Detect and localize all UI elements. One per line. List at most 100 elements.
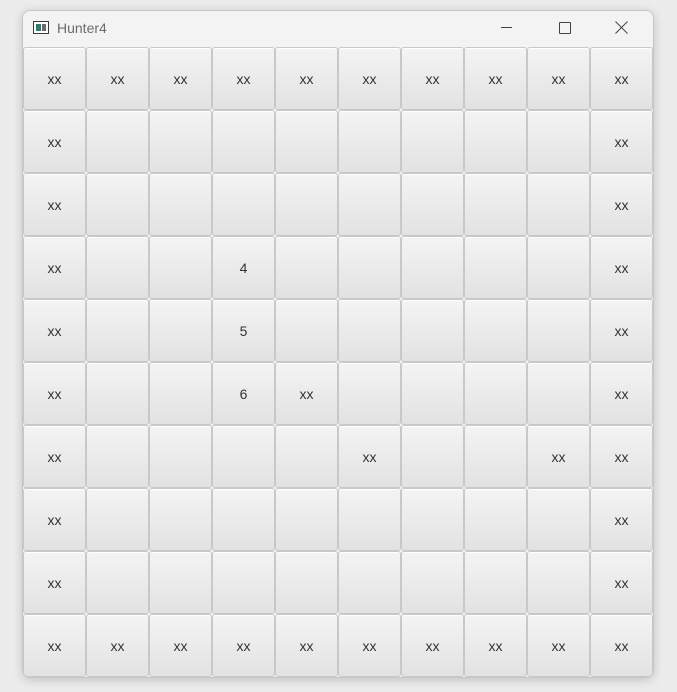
- title-bar[interactable]: Hunter4: [23, 11, 653, 47]
- board-cell-r2-c5[interactable]: [338, 173, 401, 236]
- board-cell-r5-c1[interactable]: [86, 362, 149, 425]
- board-cell-r0-c9[interactable]: xx: [590, 47, 653, 110]
- board-cell-r7-c4[interactable]: [275, 488, 338, 551]
- board-cell-r3-c7[interactable]: [464, 236, 527, 299]
- board-cell-r8-c6[interactable]: [401, 551, 464, 614]
- board-cell-r7-c5[interactable]: [338, 488, 401, 551]
- board-cell-r9-c5[interactable]: xx: [338, 614, 401, 677]
- board-cell-r1-c1[interactable]: [86, 110, 149, 173]
- board-cell-r7-c9[interactable]: xx: [590, 488, 653, 551]
- board-cell-r6-c6[interactable]: [401, 425, 464, 488]
- board-cell-r9-c6[interactable]: xx: [401, 614, 464, 677]
- board-cell-r4-c5[interactable]: [338, 299, 401, 362]
- board-cell-r8-c0[interactable]: xx: [23, 551, 86, 614]
- board-cell-r1-c8[interactable]: [527, 110, 590, 173]
- board-cell-r3-c3[interactable]: 4: [212, 236, 275, 299]
- board-cell-r4-c6[interactable]: [401, 299, 464, 362]
- board-cell-r1-c9[interactable]: xx: [590, 110, 653, 173]
- board-cell-r6-c9[interactable]: xx: [590, 425, 653, 488]
- board-cell-r6-c7[interactable]: [464, 425, 527, 488]
- board-cell-r7-c3[interactable]: [212, 488, 275, 551]
- board-cell-r0-c8[interactable]: xx: [527, 47, 590, 110]
- board-cell-r9-c7[interactable]: xx: [464, 614, 527, 677]
- board-cell-r5-c3[interactable]: 6: [212, 362, 275, 425]
- board-cell-r0-c6[interactable]: xx: [401, 47, 464, 110]
- board-cell-r7-c8[interactable]: [527, 488, 590, 551]
- board-cell-r9-c8[interactable]: xx: [527, 614, 590, 677]
- board-cell-r4-c2[interactable]: [149, 299, 212, 362]
- board-cell-r5-c0[interactable]: xx: [23, 362, 86, 425]
- board-cell-r8-c8[interactable]: [527, 551, 590, 614]
- board-cell-r1-c4[interactable]: [275, 110, 338, 173]
- board-cell-r2-c8[interactable]: [527, 173, 590, 236]
- board-cell-r5-c9[interactable]: xx: [590, 362, 653, 425]
- board-cell-r9-c1[interactable]: xx: [86, 614, 149, 677]
- board-cell-r5-c2[interactable]: [149, 362, 212, 425]
- maximize-button[interactable]: [535, 11, 593, 45]
- board-cell-r4-c4[interactable]: [275, 299, 338, 362]
- board-cell-r6-c1[interactable]: [86, 425, 149, 488]
- board-cell-r9-c4[interactable]: xx: [275, 614, 338, 677]
- board-cell-r1-c6[interactable]: [401, 110, 464, 173]
- board-cell-r2-c2[interactable]: [149, 173, 212, 236]
- board-cell-r0-c0[interactable]: xx: [23, 47, 86, 110]
- board-cell-r5-c7[interactable]: [464, 362, 527, 425]
- board-cell-r4-c7[interactable]: [464, 299, 527, 362]
- board-cell-r6-c3[interactable]: [212, 425, 275, 488]
- board-cell-r0-c2[interactable]: xx: [149, 47, 212, 110]
- board-cell-r0-c4[interactable]: xx: [275, 47, 338, 110]
- board-cell-r2-c3[interactable]: [212, 173, 275, 236]
- minimize-button[interactable]: [477, 11, 535, 45]
- board-cell-r4-c9[interactable]: xx: [590, 299, 653, 362]
- board-cell-r8-c1[interactable]: [86, 551, 149, 614]
- board-cell-r7-c0[interactable]: xx: [23, 488, 86, 551]
- board-cell-r3-c1[interactable]: [86, 236, 149, 299]
- board-cell-r1-c5[interactable]: [338, 110, 401, 173]
- board-cell-r8-c7[interactable]: [464, 551, 527, 614]
- board-cell-r3-c6[interactable]: [401, 236, 464, 299]
- board-cell-r0-c1[interactable]: xx: [86, 47, 149, 110]
- board-cell-r3-c0[interactable]: xx: [23, 236, 86, 299]
- board-cell-r6-c2[interactable]: [149, 425, 212, 488]
- board-cell-r2-c7[interactable]: [464, 173, 527, 236]
- board-cell-r3-c8[interactable]: [527, 236, 590, 299]
- board-cell-r8-c2[interactable]: [149, 551, 212, 614]
- board-cell-r1-c3[interactable]: [212, 110, 275, 173]
- board-cell-r6-c4[interactable]: [275, 425, 338, 488]
- board-cell-r3-c5[interactable]: [338, 236, 401, 299]
- board-cell-r7-c6[interactable]: [401, 488, 464, 551]
- board-cell-r5-c6[interactable]: [401, 362, 464, 425]
- board-cell-r7-c2[interactable]: [149, 488, 212, 551]
- board-cell-r3-c9[interactable]: xx: [590, 236, 653, 299]
- board-cell-r4-c8[interactable]: [527, 299, 590, 362]
- board-cell-r0-c5[interactable]: xx: [338, 47, 401, 110]
- board-cell-r2-c9[interactable]: xx: [590, 173, 653, 236]
- board-cell-r3-c2[interactable]: [149, 236, 212, 299]
- board-cell-r0-c7[interactable]: xx: [464, 47, 527, 110]
- board-cell-r6-c0[interactable]: xx: [23, 425, 86, 488]
- board-cell-r5-c4[interactable]: xx: [275, 362, 338, 425]
- board-cell-r9-c0[interactable]: xx: [23, 614, 86, 677]
- board-cell-r2-c0[interactable]: xx: [23, 173, 86, 236]
- board-cell-r1-c0[interactable]: xx: [23, 110, 86, 173]
- board-cell-r7-c7[interactable]: [464, 488, 527, 551]
- board-cell-r8-c9[interactable]: xx: [590, 551, 653, 614]
- board-cell-r7-c1[interactable]: [86, 488, 149, 551]
- board-cell-r6-c5[interactable]: xx: [338, 425, 401, 488]
- board-cell-r0-c3[interactable]: xx: [212, 47, 275, 110]
- board-cell-r2-c6[interactable]: [401, 173, 464, 236]
- board-cell-r2-c4[interactable]: [275, 173, 338, 236]
- board-cell-r8-c5[interactable]: [338, 551, 401, 614]
- board-cell-r9-c3[interactable]: xx: [212, 614, 275, 677]
- board-cell-r1-c7[interactable]: [464, 110, 527, 173]
- board-cell-r9-c9[interactable]: xx: [590, 614, 653, 677]
- board-cell-r3-c4[interactable]: [275, 236, 338, 299]
- board-cell-r4-c3[interactable]: 5: [212, 299, 275, 362]
- board-cell-r8-c4[interactable]: [275, 551, 338, 614]
- board-cell-r5-c5[interactable]: [338, 362, 401, 425]
- close-button[interactable]: [593, 11, 651, 45]
- board-cell-r4-c1[interactable]: [86, 299, 149, 362]
- board-cell-r8-c3[interactable]: [212, 551, 275, 614]
- board-cell-r9-c2[interactable]: xx: [149, 614, 212, 677]
- board-cell-r6-c8[interactable]: xx: [527, 425, 590, 488]
